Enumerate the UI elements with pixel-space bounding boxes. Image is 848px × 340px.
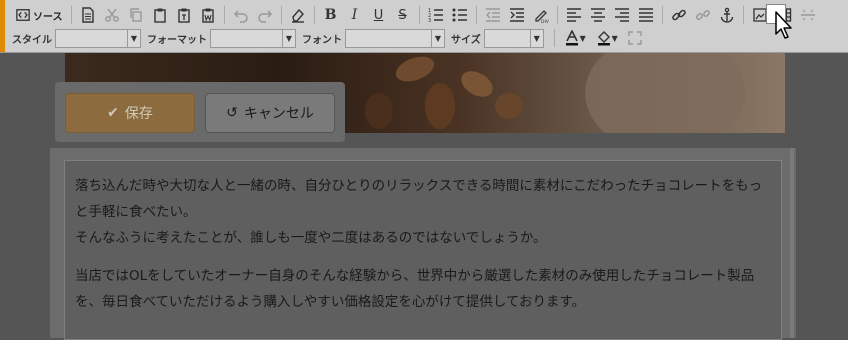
link-icon[interactable] xyxy=(667,4,691,26)
undo-icon[interactable] xyxy=(229,4,253,26)
toolbar-separator xyxy=(313,6,315,24)
text-color-icon xyxy=(565,30,578,46)
redo-icon[interactable] xyxy=(253,4,277,26)
underline-button[interactable]: U xyxy=(367,4,391,26)
font-dropdown[interactable]: ▼ xyxy=(345,28,445,48)
chevron-down-icon: ▼ xyxy=(579,33,586,43)
background-color-icon xyxy=(597,31,610,46)
style-dropdown[interactable]: ▼ xyxy=(55,28,141,48)
source-button[interactable]: ソース xyxy=(12,4,67,26)
toolbar-separator xyxy=(553,29,555,47)
svg-text:3: 3 xyxy=(428,18,431,23)
chevron-down-icon: ▼ xyxy=(431,29,444,47)
new-page-icon[interactable] xyxy=(76,4,100,26)
svg-text:DIV: DIV xyxy=(541,19,549,23)
numbered-list-icon[interactable]: 123 xyxy=(424,4,448,26)
remove-format-icon[interactable] xyxy=(286,4,310,26)
horizontal-rule-icon[interactable] xyxy=(796,4,820,26)
toolbar-separator xyxy=(742,6,744,24)
italic-button[interactable]: I xyxy=(343,4,367,26)
bold-button[interactable]: B xyxy=(319,4,343,26)
chevron-down-icon: ▼ xyxy=(127,29,140,47)
action-button-bar: ✔ 保存 ↺ キャンセル xyxy=(55,82,345,142)
style-label: スタイル xyxy=(12,34,52,46)
toolbar-separator xyxy=(280,6,282,24)
save-button[interactable]: ✔ 保存 xyxy=(65,93,195,133)
paragraph-line: そんなふうに考えたことが、誰しも一度や二度はあるのではないでしょうか。 xyxy=(75,230,547,246)
save-label: 保存 xyxy=(124,106,153,122)
font-label: フォント xyxy=(302,34,342,46)
paste-icon[interactable] xyxy=(148,4,172,26)
maximize-icon[interactable] xyxy=(623,27,647,49)
chevron-down-icon: ▼ xyxy=(282,29,295,47)
check-circle-icon: ✔ xyxy=(107,105,119,121)
content-area: 落ち込んだ時や大切な人と一緒の時、自分ひとりのリラックスできる時間に素材にこだわ… xyxy=(50,148,796,340)
text-color-button[interactable]: ▼ xyxy=(559,27,591,49)
toolbar-separator xyxy=(661,6,663,24)
indent-icon[interactable] xyxy=(505,4,529,26)
copy-icon[interactable] xyxy=(124,4,148,26)
mouse-cursor-icon xyxy=(775,11,792,39)
toolbar-accent-bar xyxy=(0,0,5,52)
unlink-icon[interactable] xyxy=(691,4,715,26)
editor-toolbar: ソース B I U S 123 DIV スタイル ▼ フォーマット ▼ フォント… xyxy=(0,0,848,53)
strikethrough-button[interactable]: S xyxy=(391,4,415,26)
align-center-icon[interactable] xyxy=(586,4,610,26)
outdent-icon[interactable] xyxy=(481,4,505,26)
anchor-icon[interactable] xyxy=(715,4,739,26)
paragraph-line: 落ち込んだ時や大切な人と一緒の時、自分ひとりのリラックスできる時間に素材にこだわ… xyxy=(75,178,763,220)
toolbar-row-2: スタイル ▼ フォーマット ▼ フォント ▼ サイズ ▼ ▼ ▼ xyxy=(12,27,647,49)
scrollbar[interactable] xyxy=(790,148,794,338)
toolbar-row-1: ソース B I U S 123 DIV xyxy=(12,3,820,27)
background-color-button[interactable]: ▼ xyxy=(591,27,623,49)
toolbar-separator xyxy=(556,6,558,24)
source-icon xyxy=(16,9,30,21)
cancel-label: キャンセル xyxy=(243,106,314,122)
cut-icon[interactable] xyxy=(100,4,124,26)
format-label: フォーマット xyxy=(147,34,207,46)
editor-paragraph: 落ち込んだ時や大切な人と一緒の時、自分ひとりのリラックスできる時間に素材にこだわ… xyxy=(75,173,771,251)
align-justify-icon[interactable] xyxy=(634,4,658,26)
source-label: ソース xyxy=(33,11,63,23)
align-right-icon[interactable] xyxy=(610,4,634,26)
size-label: サイズ xyxy=(451,34,481,46)
size-dropdown[interactable]: ▼ xyxy=(483,28,544,48)
chevron-down-icon: ▼ xyxy=(611,33,618,43)
paste-word-icon[interactable] xyxy=(196,4,220,26)
bulleted-list-icon[interactable] xyxy=(448,4,472,26)
align-left-icon[interactable] xyxy=(562,4,586,26)
toolbar-separator xyxy=(223,6,225,24)
undo-arrow-icon: ↺ xyxy=(226,105,238,121)
create-div-icon[interactable]: DIV xyxy=(529,4,553,26)
editor-paragraph: 当店ではOLをしていたオーナー自身のそんな経験から、世界中から厳選した素材のみ使… xyxy=(75,268,755,310)
toolbar-separator xyxy=(475,6,477,24)
toolbar-separator xyxy=(418,6,420,24)
cancel-button[interactable]: ↺ キャンセル xyxy=(205,93,335,133)
chevron-down-icon: ▼ xyxy=(529,29,543,47)
toolbar-separator xyxy=(70,6,72,24)
paste-text-icon[interactable] xyxy=(172,4,196,26)
format-dropdown[interactable]: ▼ xyxy=(210,28,296,48)
rich-text-editor[interactable]: 落ち込んだ時や大切な人と一緒の時、自分ひとりのリラックスできる時間に素材にこだわ… xyxy=(64,160,782,340)
